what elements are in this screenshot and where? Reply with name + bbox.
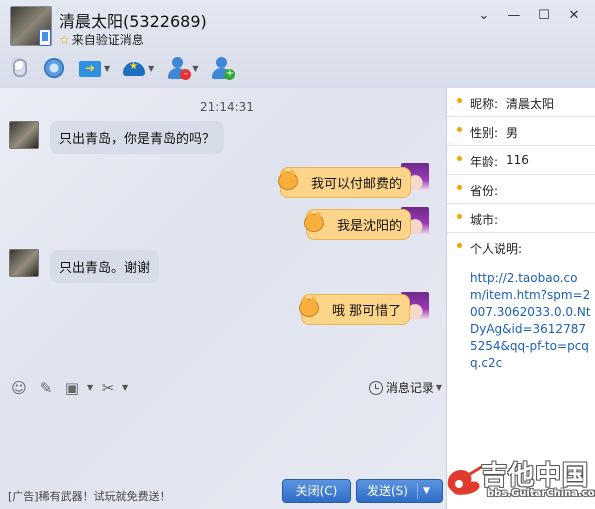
outgoing-message: 哦 那可惜了 <box>299 294 411 325</box>
bullet-icon <box>457 156 462 161</box>
outgoing-message-text: 哦 那可惜了 <box>332 304 402 319</box>
chevron-down-icon: ▼ <box>435 383 442 392</box>
contact-message-avatar[interactable] <box>9 121 39 149</box>
chevron-down-icon[interactable]: ▼ <box>122 383 128 392</box>
contact-source: ☆ 来自验证消息 <box>59 31 144 48</box>
window-menu-button[interactable]: ⌄ <box>469 8 499 23</box>
profile-row-gender: 性别: 男 <box>447 117 595 146</box>
incoming-message: 只出青岛。谢谢 <box>50 250 160 283</box>
profile-label: 个人说明: <box>470 242 523 256</box>
profile-panel: 昵称: 清晨太阳 性别: 男 年龄: 116 省份: 城市: 个人说明: htt… <box>446 88 595 509</box>
profile-label: 省份: <box>470 184 499 198</box>
chevron-down-icon[interactable]: ▼ <box>104 64 110 73</box>
mobile-online-icon <box>39 29 51 46</box>
watermark-title: 吉他中国 <box>481 461 590 491</box>
ad-link[interactable]: [广告]稀有武器！试玩就免费送！ <box>8 488 171 504</box>
profile-label: 年龄: <box>470 155 499 169</box>
app-center-icon <box>122 56 146 80</box>
minimize-button[interactable]: — <box>499 8 529 23</box>
font-icon[interactable]: ✎ <box>37 379 55 397</box>
remove-member-button[interactable]: – ▼ <box>166 56 198 80</box>
chevron-down-icon[interactable]: ▼ <box>423 480 430 502</box>
profile-intro-link[interactable]: http://2.taobao.com/item.htm?spm=2007.30… <box>470 270 592 372</box>
message-input[interactable] <box>0 400 446 476</box>
bullet-icon <box>457 185 462 190</box>
profile-label: 性别: <box>470 126 499 140</box>
cat-bubble-icon <box>275 168 301 194</box>
profile-row-nickname: 昵称: 清晨太阳 <box>447 88 595 117</box>
contact-avatar[interactable] <box>10 6 52 46</box>
plus-icon: + <box>224 68 236 80</box>
watermark-logo: 吉他中国 bbs.GuitarChina.com <box>443 452 595 506</box>
remove-user-icon: – <box>166 56 192 80</box>
app-center-button[interactable]: ▼ <box>122 56 154 80</box>
scissors-icon[interactable]: ✂ <box>99 379 117 397</box>
webcam-icon <box>42 56 66 80</box>
bullet-icon <box>457 243 462 248</box>
message-area[interactable]: 21:14:31 只出青岛，你是青岛的吗？ 我可以付邮费的 我是沈阳的 只出青岛… <box>0 88 446 376</box>
outgoing-message: 我可以付邮费的 <box>278 167 412 198</box>
clock-icon <box>368 380 383 395</box>
maximize-button[interactable]: ☐ <box>529 8 559 23</box>
outgoing-message-text: 我是沈阳的 <box>337 219 403 234</box>
chevron-down-icon[interactable]: ▼ <box>87 383 93 392</box>
profile-row-age: 年龄: 116 <box>447 146 595 175</box>
microphone-icon <box>6 56 30 80</box>
window-controls: ⌄ — ☐ ✕ <box>469 8 589 23</box>
minus-icon: – <box>180 69 192 80</box>
voice-call-button[interactable] <box>6 56 30 80</box>
cat-bubble-icon <box>296 295 322 321</box>
message-history-label: 消息记录 <box>385 381 434 395</box>
outgoing-message: 我是沈阳的 <box>304 209 412 240</box>
close-window-button[interactable]: ✕ <box>559 8 589 23</box>
cat-bubble-icon <box>301 210 327 236</box>
bullet-icon <box>457 214 462 219</box>
contact-source-text: 来自验证消息 <box>71 33 144 47</box>
profile-row-city: 城市: <box>447 204 595 233</box>
bullet-icon <box>457 127 462 132</box>
send-button[interactable]: 发送(S) ▼ <box>356 479 443 503</box>
bullet-icon <box>457 98 462 103</box>
profile-value: 116 <box>506 153 529 167</box>
input-toolbar: ☺ ✎ ▣ ▼ ✂ ▼ 消息记录 ▼ <box>0 376 446 400</box>
profile-row-province: 省份: <box>447 175 595 204</box>
contact-message-avatar[interactable] <box>9 249 39 277</box>
close-button[interactable]: 关闭(C) <box>282 479 351 503</box>
message-timestamp: 21:14:31 <box>200 100 254 114</box>
watermark-url: bbs.GuitarChina.com <box>487 488 595 499</box>
profile-value: 清晨太阳 <box>506 97 555 111</box>
emoji-icon[interactable]: ☺ <box>10 379 28 397</box>
send-file-button[interactable]: ▼ <box>78 56 110 80</box>
chat-toolbar: ▼ ▼ – ▼ + <box>6 54 246 82</box>
profile-label: 城市: <box>470 213 499 227</box>
star-icon: ☆ <box>59 33 70 47</box>
incoming-message: 只出青岛，你是青岛的吗？ <box>50 121 225 154</box>
image-icon[interactable]: ▣ <box>63 379 81 397</box>
send-button-label: 发送(S) <box>367 484 408 498</box>
profile-value: 男 <box>506 126 519 140</box>
send-file-icon <box>78 56 102 80</box>
message-history-button[interactable]: 消息记录 ▼ <box>368 379 442 396</box>
profile-label: 昵称: <box>470 97 499 111</box>
chat-header: 清晨太阳(5322689) ☆来自验证消息 ⌄ — ☐ ✕ ▼ ▼ – ▼ + <box>0 0 595 88</box>
divider <box>417 483 418 499</box>
invite-member-button[interactable]: + <box>210 56 236 80</box>
outgoing-message-text: 我可以付邮费的 <box>311 177 403 192</box>
guitar-logo-icon <box>447 464 484 495</box>
add-user-icon: + <box>210 56 236 80</box>
video-call-button[interactable] <box>42 56 66 80</box>
chevron-down-icon[interactable]: ▼ <box>192 64 198 73</box>
contact-name[interactable]: 清晨太阳(5322689) <box>59 8 207 32</box>
profile-row-intro: 个人说明: <box>447 233 595 262</box>
chevron-down-icon[interactable]: ▼ <box>148 64 154 73</box>
